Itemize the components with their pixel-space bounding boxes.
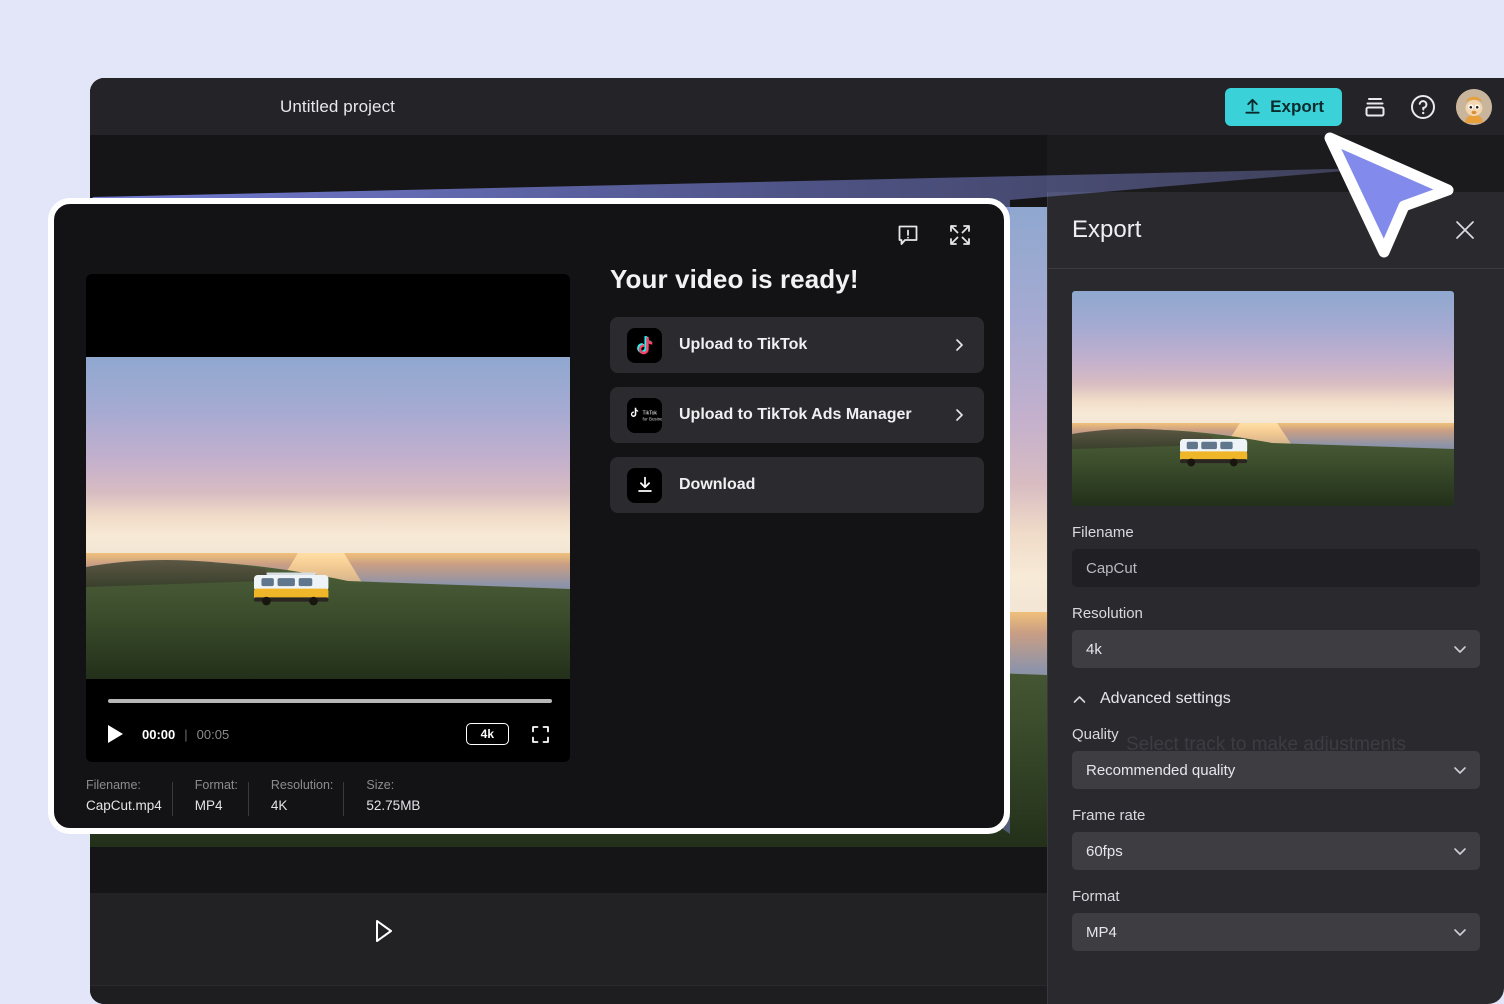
quality-select[interactable]: Recommended quality <box>1072 751 1480 789</box>
arrow-pointer-cursor <box>1316 128 1466 263</box>
framerate-label: Frame rate <box>1072 807 1480 824</box>
current-time: 00:00 <box>142 727 175 742</box>
user-avatar[interactable] <box>1456 89 1492 125</box>
meta-key: Size: <box>366 778 420 792</box>
collapse-icon[interactable] <box>948 223 972 247</box>
tiktok-icon <box>627 328 662 363</box>
action-label: Upload to TikTok Ads Manager <box>679 406 912 424</box>
editor-hint-text: Select track to make adjustments <box>1126 734 1406 756</box>
chevron-right-icon <box>951 337 967 353</box>
advanced-settings-label: Advanced settings <box>1100 690 1231 708</box>
export-panel-title: Export <box>1072 216 1141 244</box>
resolution-pill[interactable]: 4k <box>466 723 509 745</box>
filename-input[interactable]: CapCut <box>1072 549 1480 587</box>
topbar-actions: Export <box>1225 88 1492 126</box>
meta-size: Size: 52.75MB <box>366 778 430 820</box>
chevron-down-icon <box>1452 924 1468 940</box>
export-panel: Export <box>1047 192 1504 1004</box>
feedback-bubble-icon[interactable] <box>896 223 920 247</box>
action-label: Upload to TikTok <box>679 336 807 354</box>
meta-value: 52.75MB <box>366 798 420 813</box>
format-select[interactable]: MP4 <box>1072 913 1480 951</box>
meta-divider <box>172 782 173 816</box>
resolution-select[interactable]: 4k <box>1072 630 1480 668</box>
format-label: Format <box>1072 888 1480 905</box>
framerate-select[interactable]: 60fps <box>1072 832 1480 870</box>
meta-value: CapCut.mp4 <box>86 798 162 813</box>
meta-value: 4K <box>271 798 334 813</box>
player-video-frame[interactable] <box>86 357 570 679</box>
dialog-icon-group <box>896 223 972 247</box>
dialog-right-column: Your video is ready! Upload to TikTok <box>610 264 984 527</box>
preview-controls <box>90 893 1047 985</box>
format-value: MP4 <box>1086 924 1117 941</box>
svg-text:for Business: for Business <box>643 416 662 421</box>
meta-key: Format: <box>195 778 238 792</box>
time-separator: | <box>184 727 187 742</box>
project-title[interactable]: Untitled project <box>280 97 395 117</box>
screenshot-root: Export <box>0 0 1504 1004</box>
filename-label: Filename <box>1072 524 1480 541</box>
layers-icon[interactable] <box>1360 92 1390 122</box>
resolution-value: 4k <box>1086 641 1102 658</box>
export-preview-thumbnail <box>1072 291 1454 506</box>
upload-to-tiktok-button[interactable]: Upload to TikTok <box>610 317 984 373</box>
file-metadata-row: Filename: CapCut.mp4 Format: MP4 Resolut… <box>86 778 586 820</box>
total-time: 00:05 <box>197 727 230 742</box>
dialog-heading: Your video is ready! <box>610 264 984 295</box>
chevron-right-icon <box>951 407 967 423</box>
timeline-panel[interactable] <box>90 985 1047 1004</box>
chevron-down-icon <box>1452 641 1468 657</box>
export-button[interactable]: Export <box>1225 88 1342 126</box>
meta-resolution: Resolution: 4K <box>271 778 344 820</box>
topbar: Untitled project Export <box>90 78 1504 135</box>
upload-to-tiktok-ads-manager-button[interactable]: TikTok for Business Upload to TikTok Ads… <box>610 387 984 443</box>
video-player: 00:00 | 00:05 4k <box>86 274 570 762</box>
meta-format: Format: MP4 <box>195 778 248 820</box>
fullscreen-icon[interactable] <box>531 725 550 744</box>
chevron-down-icon <box>1452 762 1468 778</box>
download-button[interactable]: Download <box>610 457 984 513</box>
action-label: Download <box>679 476 755 494</box>
meta-key: Filename: <box>86 778 162 792</box>
tiktok-business-icon: TikTok for Business <box>627 398 662 433</box>
player-control-row: 00:00 | 00:05 4k <box>86 717 570 751</box>
meta-filename: Filename: CapCut.mp4 <box>86 778 172 820</box>
chevron-down-icon <box>1452 843 1468 859</box>
play-icon[interactable] <box>106 724 124 744</box>
meta-divider <box>343 782 344 816</box>
framerate-value: 60fps <box>1086 843 1123 860</box>
export-button-label: Export <box>1270 97 1324 117</box>
play-outline-icon[interactable] <box>373 919 395 943</box>
filename-value: CapCut <box>1086 560 1137 577</box>
help-circle-icon[interactable] <box>1408 92 1438 122</box>
export-panel-body: Filename CapCut Resolution 4k <box>1048 269 1504 951</box>
upload-icon <box>1243 97 1262 116</box>
player-controls: 00:00 | 00:05 4k <box>86 679 570 762</box>
resolution-label: Resolution <box>1072 605 1480 622</box>
download-icon <box>627 468 662 503</box>
quality-value: Recommended quality <box>1086 762 1235 779</box>
meta-divider <box>248 782 249 816</box>
meta-key: Resolution: <box>271 778 334 792</box>
export-ready-dialog: 00:00 | 00:05 4k Your video is ready! <box>48 198 1010 834</box>
meta-value: MP4 <box>195 798 238 813</box>
progress-scrubber[interactable] <box>108 699 552 703</box>
chevron-up-icon <box>1072 692 1087 707</box>
advanced-settings-toggle[interactable]: Advanced settings <box>1072 690 1480 708</box>
